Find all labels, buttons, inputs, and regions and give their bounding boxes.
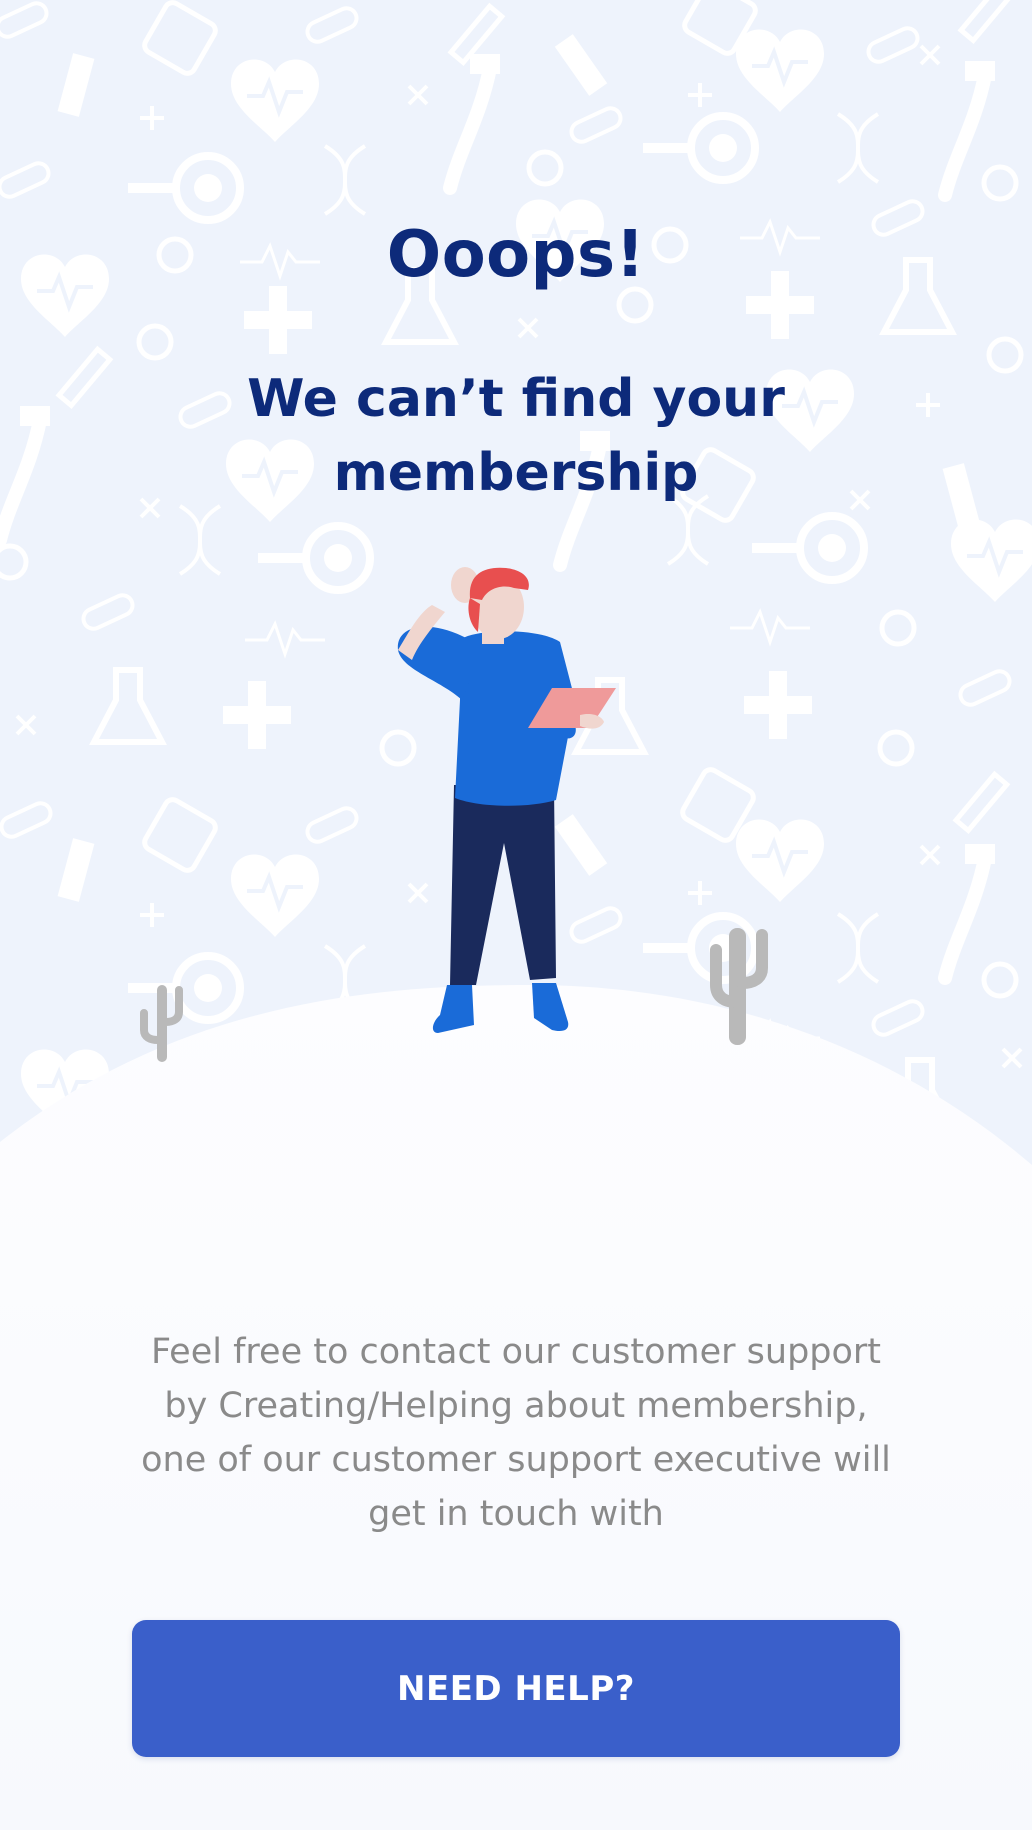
page-title: Ooops! <box>386 218 646 292</box>
support-message: Feel free to contact our customer suppor… <box>141 1332 891 1534</box>
membership-not-found-screen: Ooops! We can’t find your membership Fee… <box>0 0 1032 1830</box>
need-help-button[interactable]: NEED HELP? <box>132 1620 900 1757</box>
page-subtitle: We can’t find your membership <box>247 369 785 503</box>
